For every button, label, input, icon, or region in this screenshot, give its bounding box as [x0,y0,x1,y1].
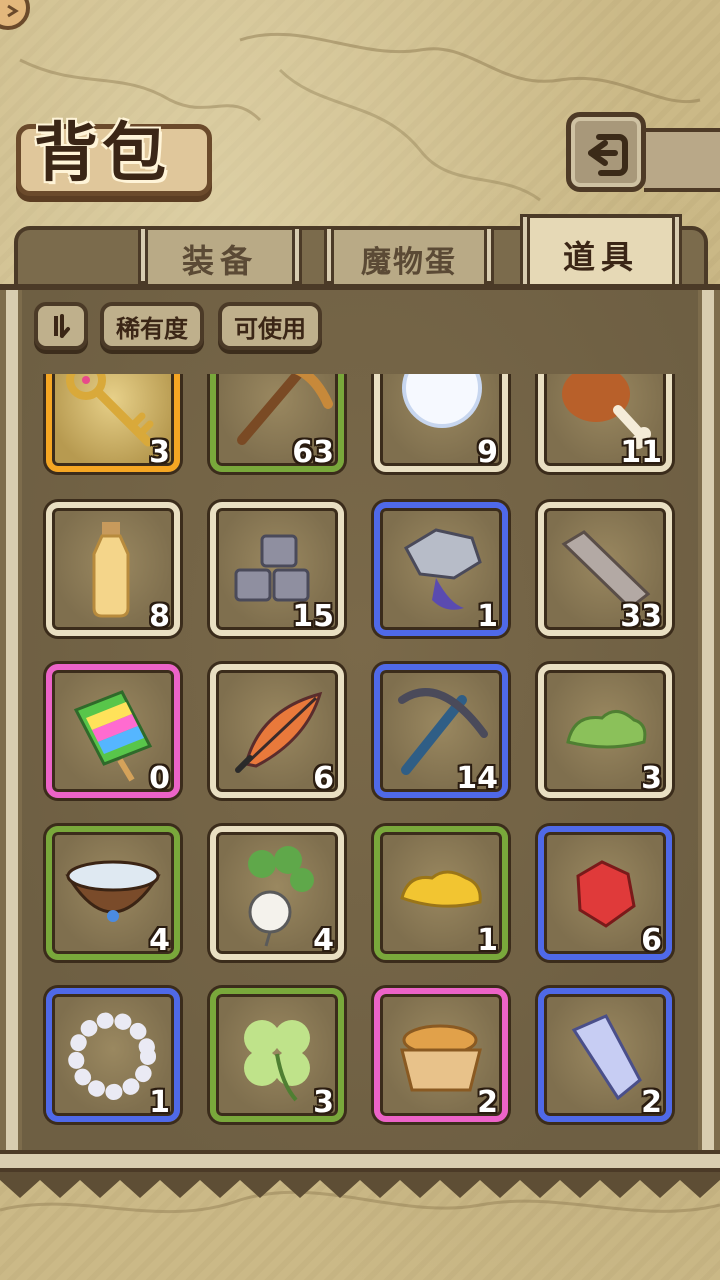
item-slot[interactable]: 33 [538,502,672,636]
page-title: 背包 [34,116,170,191]
item-slot[interactable]: 3 [210,988,344,1122]
item-count: 2 [477,1085,498,1120]
item-count: 11 [620,435,662,470]
tab-label: 道具 [562,238,639,276]
item-count: 15 [292,599,334,634]
tab-label: 魔物蛋 [361,245,457,280]
item-slot[interactable]: 3 [46,374,180,472]
tab-items[interactable]: 道具 [520,214,682,292]
item-count: 0 [149,761,170,796]
tab-equipment[interactable]: 装备 [138,226,302,288]
item-slot[interactable]: 1 [374,502,508,636]
item-slot[interactable]: 0 [46,664,180,798]
item-count: 6 [313,761,334,796]
item-count: 3 [313,1085,334,1120]
item-count: 33 [620,599,662,634]
item-count: 3 [149,435,170,470]
item-slot[interactable]: 4 [46,826,180,960]
sort-toggle-button[interactable] [34,302,88,350]
item-count: 8 [149,599,170,634]
item-slot[interactable]: 8 [46,502,180,636]
item-grid[interactable]: 3 63 9 11 8 15 1 33 0 6 14 3 4 4 1 6 1 3… [26,374,694,1144]
panel-bottom-rail [0,1150,720,1172]
item-count: 1 [149,1085,170,1120]
back-button-tail [644,128,720,192]
item-slot[interactable]: 63 [210,374,344,472]
item-count: 63 [292,435,334,470]
item-slot[interactable]: 3 [538,664,672,798]
item-count: 4 [313,923,334,958]
item-count: 2 [641,1085,662,1120]
item-count: 1 [477,923,498,958]
arrow-right-icon [7,4,19,18]
item-slot[interactable]: 6 [210,664,344,798]
sort-order-icon [54,314,70,338]
item-count: 14 [456,761,498,796]
item-slot[interactable]: 2 [538,988,672,1122]
tab-label: 装备 [181,242,258,280]
item-slot[interactable]: 11 [538,374,672,472]
back-button[interactable] [566,112,646,192]
torn-edge-decoration [0,1172,720,1198]
item-slot[interactable]: 15 [210,502,344,636]
item-slot[interactable]: 1 [46,988,180,1122]
item-count: 1 [477,599,498,634]
item-slot[interactable]: 1 [374,826,508,960]
tab-monster-eggs[interactable]: 魔物蛋 [324,226,494,288]
item-slot[interactable]: 9 [374,374,508,472]
item-slot[interactable]: 14 [374,664,508,798]
item-count: 6 [641,923,662,958]
rarity-filter-button[interactable]: 稀有度 [100,302,204,350]
item-slot[interactable]: 6 [538,826,672,960]
item-count: 3 [641,761,662,796]
item-count: 4 [149,923,170,958]
usable-filter-button[interactable]: 可使用 [218,302,322,350]
item-count: 9 [477,435,498,470]
item-slot[interactable]: 2 [374,988,508,1122]
return-icon [588,134,628,176]
item-slot[interactable]: 4 [210,826,344,960]
